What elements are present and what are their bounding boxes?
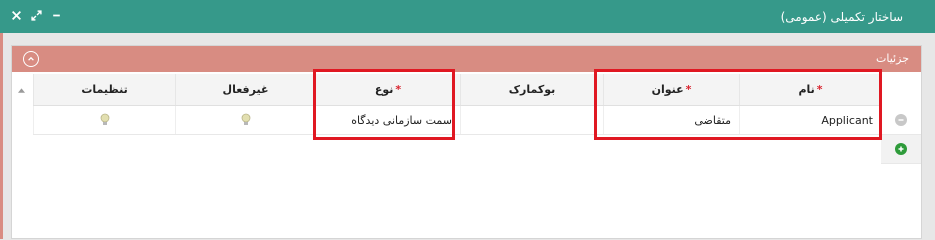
cell-bookmark[interactable] bbox=[460, 106, 603, 134]
maximize-icon[interactable] bbox=[30, 9, 42, 21]
scroll-up-arrow-icon[interactable] bbox=[16, 85, 26, 95]
add-row-cell bbox=[881, 135, 921, 164]
cell-settings[interactable] bbox=[33, 106, 175, 134]
row-actions-header bbox=[881, 74, 921, 106]
add-row-icon[interactable] bbox=[895, 143, 907, 155]
window-title: ساختار تکمیلی (عمومی) bbox=[780, 10, 903, 24]
chevron-up-icon[interactable] bbox=[23, 51, 39, 67]
remove-row-icon[interactable] bbox=[895, 114, 907, 126]
close-icon[interactable] bbox=[10, 9, 22, 21]
panel-title: جزئیات bbox=[876, 52, 909, 65]
highlight-box-type bbox=[313, 69, 455, 140]
column-header-settings[interactable]: تنظیمات bbox=[33, 74, 175, 105]
window-controls bbox=[10, 9, 62, 21]
column-header-disable[interactable]: غیرفعال bbox=[175, 74, 315, 105]
cell-disable[interactable] bbox=[175, 106, 315, 134]
column-header-bookmark[interactable]: بوکمارک bbox=[460, 74, 603, 105]
row-actions-column bbox=[881, 74, 921, 164]
bulb-icon[interactable] bbox=[240, 113, 252, 127]
remove-row-cell bbox=[881, 106, 921, 135]
highlight-box-name-title bbox=[594, 69, 882, 140]
minimize-icon[interactable] bbox=[50, 9, 62, 21]
window-titlebar: ساختار تکمیلی (عمومی) bbox=[0, 0, 935, 33]
left-accent-strip bbox=[0, 0, 3, 239]
bulb-icon[interactable] bbox=[99, 113, 111, 127]
